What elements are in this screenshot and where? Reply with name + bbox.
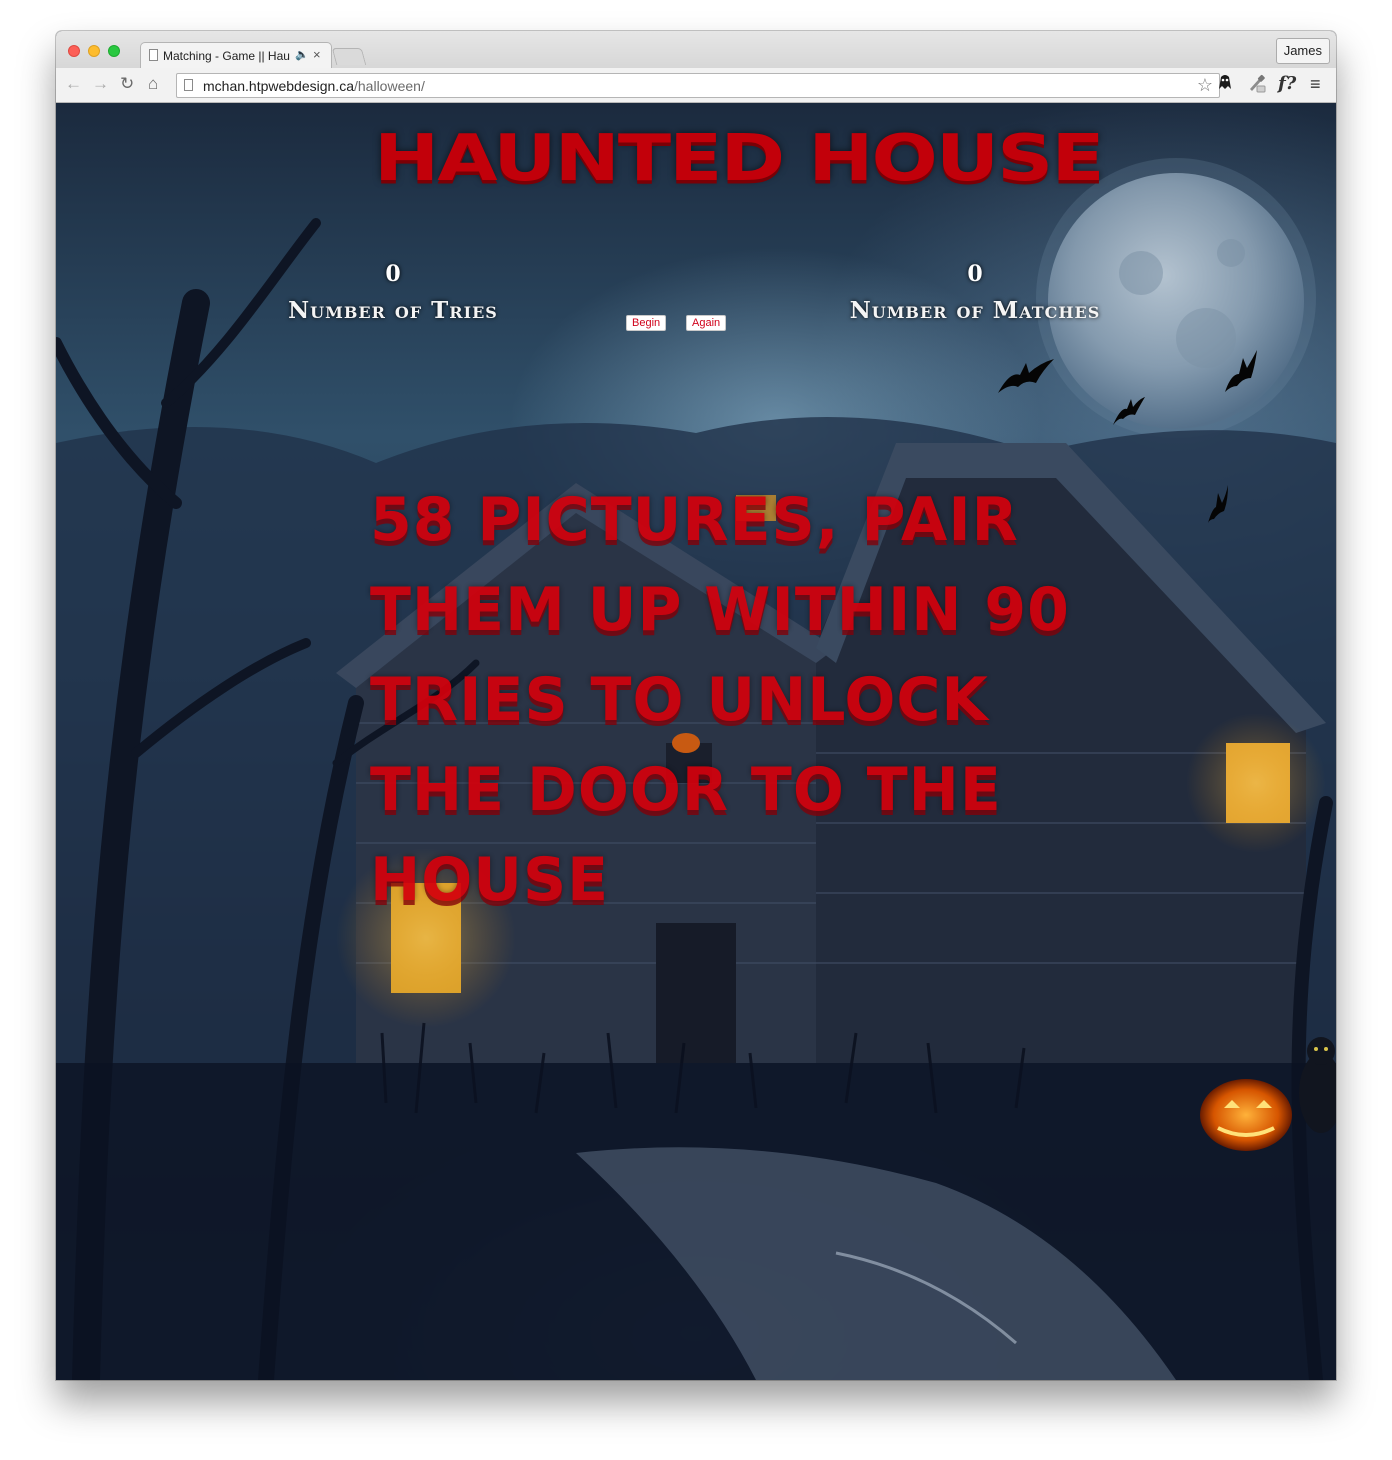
again-button[interactable]: Again [686, 315, 727, 331]
url-path: /halloween/ [354, 78, 425, 94]
page-title: Haunted House [374, 121, 1105, 196]
zoom-window-button[interactable] [108, 45, 120, 57]
begin-button[interactable]: Begin [626, 315, 667, 331]
tab-title: Matching - Game || Hau [163, 49, 290, 63]
bat-icon [998, 359, 1054, 393]
browser-toolbar: ← → ↻ ⌂ mchan.htpwebdesign.ca/halloween/… [56, 68, 1336, 103]
tries-label: Number of Tries [288, 297, 498, 324]
matches-count: 0 [967, 261, 983, 287]
browser-window: Matching - Game || Hau 🔈 × James ← → ↻ ⌂… [56, 31, 1336, 1380]
back-arrow-icon[interactable]: ← [65, 74, 82, 94]
font-extension-icon[interactable]: f? [1278, 73, 1296, 95]
game-instructions: 58 pictures, pair them up within 90 trie… [370, 485, 1070, 915]
matches-label: Number of Matches [849, 297, 1101, 324]
minimize-window-button[interactable] [88, 45, 100, 57]
bat-icon [1208, 485, 1228, 523]
page-viewport: Haunted House 0 Number of Tries Begin Ag… [56, 103, 1336, 1380]
url-text[interactable]: mchan.htpwebdesign.ca/halloween/ [203, 78, 425, 94]
tries-count: 0 [385, 261, 401, 287]
page-icon [149, 49, 158, 61]
speaker-icon[interactable]: 🔈 [295, 48, 309, 61]
browser-tab[interactable]: Matching - Game || Hau 🔈 × [140, 42, 332, 69]
tab-strip: Matching - Game || Hau 🔈 × James [56, 31, 1336, 69]
bookmark-star-icon[interactable]: ☆ [1197, 75, 1213, 96]
new-tab-button[interactable] [331, 48, 367, 65]
ghost-extension-icon[interactable] [1216, 73, 1234, 97]
tab-close-icon[interactable]: × [313, 47, 321, 62]
forward-arrow-icon[interactable]: → [92, 74, 109, 94]
eyedropper-extension-icon[interactable] [1248, 73, 1266, 99]
menu-icon[interactable]: ≡ [1310, 73, 1321, 95]
bat-icon [1113, 397, 1145, 425]
profile-button[interactable]: James [1275, 38, 1330, 64]
page-icon [184, 79, 193, 91]
address-bar[interactable]: mchan.htpwebdesign.ca/halloween/ ☆ [176, 73, 1220, 98]
home-icon[interactable]: ⌂ [148, 74, 158, 94]
bat-icon [1225, 350, 1257, 392]
close-window-button[interactable] [68, 45, 80, 57]
reload-icon[interactable]: ↻ [120, 74, 134, 94]
url-domain: mchan.htpwebdesign.ca [203, 78, 354, 94]
